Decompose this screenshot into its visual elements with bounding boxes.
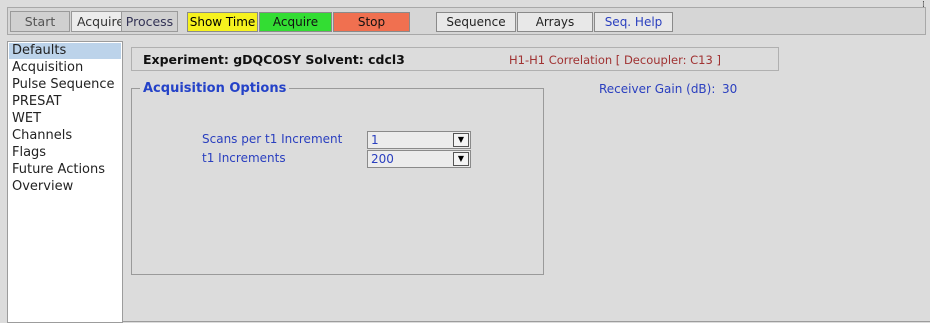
sidebar-item-future-actions[interactable]: Future Actions [9,162,121,178]
scans-per-increment-value: 1 [371,133,379,147]
sidebar: Defaults Acquisition Pulse Sequence PRES… [7,41,123,323]
sidebar-item-acquisition[interactable]: Acquisition [9,60,121,76]
receiver-gain-value[interactable]: 30 [722,82,737,96]
t1-increments-select[interactable]: 200 ▼ [367,150,471,168]
stop-button[interactable]: Stop [333,12,410,32]
experiment-header: Experiment: gDQCOSY Solvent: cdcl3 H1-H1… [131,47,779,71]
sidebar-item-presat[interactable]: PRESAT [9,94,121,110]
show-time-button[interactable]: Show Time [187,12,258,32]
receiver-gain-label: Receiver Gain (dB): [599,82,716,96]
acquisition-options-title: Acquisition Options [140,81,290,96]
top-toolbar: Start Acquire Process Show Time Acquire … [7,7,926,35]
sidebar-item-pulse-sequence[interactable]: Pulse Sequence [9,77,121,93]
acquisition-options-group: Acquisition Options Scans per t1 Increme… [131,81,544,275]
sidebar-item-overview[interactable]: Overview [9,179,121,195]
experiment-solvent-label: Experiment: gDQCOSY Solvent: cdcl3 [143,52,405,67]
acquire-button[interactable]: Acquire [259,12,332,32]
chevron-down-icon[interactable]: ▼ [453,152,469,166]
t1-increments-label: t1 Increments [202,151,286,165]
arrays-button[interactable]: Arrays [517,12,593,32]
sidebar-item-wet[interactable]: WET [9,111,121,127]
correlation-decoupler-label: H1-H1 Correlation [ Decoupler: C13 ] [509,53,721,67]
bottom-divider [123,321,930,322]
tab-start[interactable]: Start [10,11,70,32]
tab-process[interactable]: Process [121,11,178,32]
seq-help-button[interactable]: Seq. Help [594,12,673,32]
sidebar-item-flags[interactable]: Flags [9,145,121,161]
scans-per-increment-select[interactable]: 1 ▼ [367,131,471,149]
scans-per-increment-label: Scans per t1 Increment [202,132,343,146]
sidebar-item-defaults[interactable]: Defaults [9,43,121,59]
t1-increments-value: 200 [371,152,394,166]
chevron-down-icon[interactable]: ▼ [453,133,469,147]
sequence-button[interactable]: Sequence [436,12,516,32]
sidebar-item-channels[interactable]: Channels [9,128,121,144]
